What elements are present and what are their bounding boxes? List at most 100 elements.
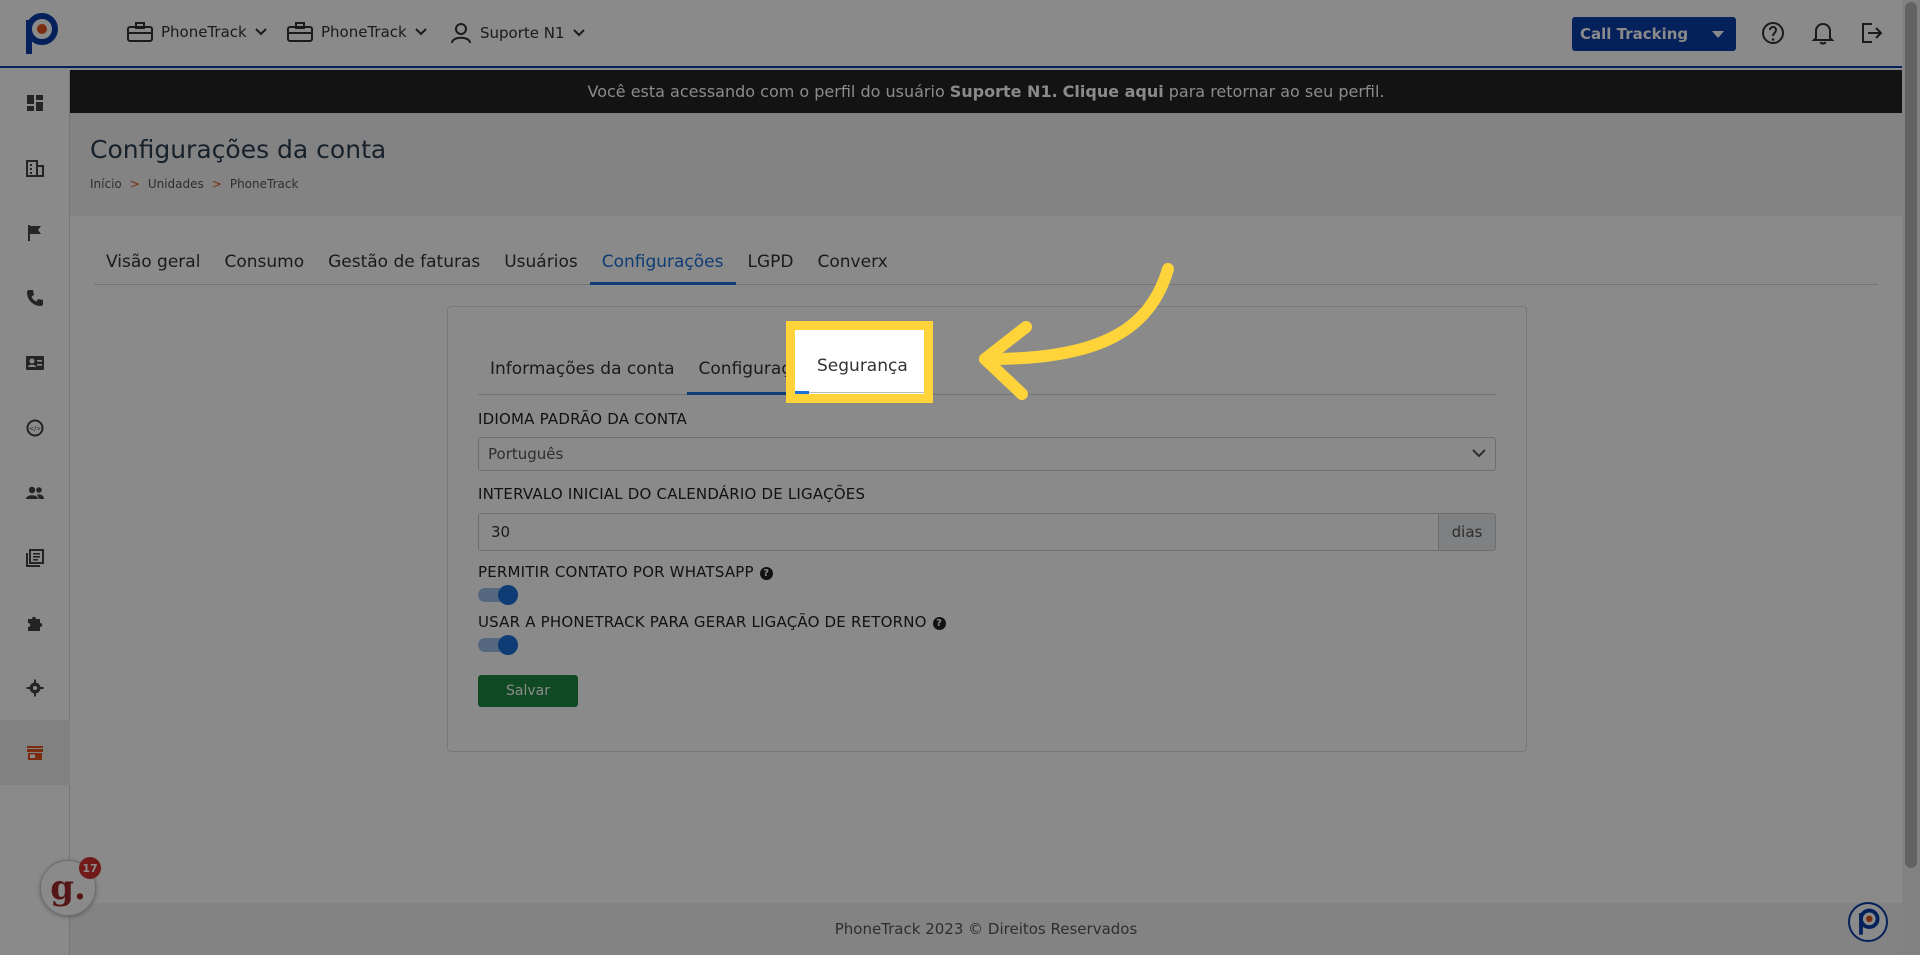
whatsapp-toggle[interactable] xyxy=(478,585,518,605)
toggle-knob xyxy=(498,585,518,605)
unit-menu-1[interactable]: PhoneTrack xyxy=(127,22,267,42)
whatsapp-label: PERMITIR CONTATO POR WHATSAPP? xyxy=(478,563,773,581)
chevron-down-icon xyxy=(572,29,585,37)
sidebar-item-contacts[interactable] xyxy=(0,330,70,395)
banner-user: Suporte N1. xyxy=(949,82,1058,101)
callback-label: USAR A PHONETRACK PARA GERAR LIGAÇÃO DE … xyxy=(478,613,946,631)
bell-icon[interactable] xyxy=(1810,20,1836,46)
sidebar-item-companies[interactable] xyxy=(0,135,70,200)
building-icon xyxy=(26,159,44,177)
sub-tabs: Informações da conta Configurações xyxy=(478,345,1496,395)
sidebar-item-dashboard[interactable] xyxy=(0,70,70,135)
main-tabs: Visão geral Consumo Gestão de faturas Us… xyxy=(94,242,1878,285)
interval-input-group: 30 dias xyxy=(478,513,1496,551)
subtab-security[interactable]: Segurança xyxy=(795,330,924,394)
gear-icon xyxy=(26,679,44,696)
flag-icon xyxy=(28,224,41,241)
scrollbar-thumb[interactable] xyxy=(1905,2,1917,868)
tab-lgpd[interactable]: LGPD xyxy=(736,242,806,285)
save-button[interactable]: Salvar xyxy=(478,675,578,707)
page-title: Configurações da conta xyxy=(90,135,387,164)
briefcase-icon xyxy=(127,22,153,42)
language-select-value: Português xyxy=(488,445,564,463)
interval-unit: dias xyxy=(1438,513,1496,551)
tab-overview[interactable]: Visão geral xyxy=(94,242,212,285)
puzzle-icon xyxy=(28,616,43,631)
phonetrack-logo[interactable] xyxy=(20,12,60,56)
chat-widget[interactable]: g. 17 xyxy=(40,857,101,916)
tab-users[interactable]: Usuários xyxy=(492,242,589,285)
chevron-down-icon xyxy=(1472,449,1486,458)
active-tab-underline xyxy=(795,391,809,394)
caret-down-icon xyxy=(1712,31,1724,38)
page-header: Configurações da conta Início > Unidades… xyxy=(70,113,1902,216)
user-menu[interactable]: Suporte N1 xyxy=(450,22,585,44)
breadcrumb: Início > Unidades > PhoneTrack xyxy=(90,177,298,191)
impersonation-banner: Você esta acessando com o perfil do usuá… xyxy=(70,70,1902,113)
chevron-down-icon xyxy=(255,28,267,36)
product-select[interactable]: Call Tracking xyxy=(1572,17,1736,51)
api-icon: </> xyxy=(26,419,44,436)
users-icon xyxy=(26,486,44,499)
scrollbar[interactable] xyxy=(1902,0,1920,955)
sidebar-item-integrations[interactable]: </> xyxy=(0,395,70,460)
sidebar-item-extensions[interactable] xyxy=(0,590,70,655)
sidebar-item-users[interactable] xyxy=(0,460,70,525)
dashboard-icon xyxy=(27,94,43,111)
support-widget[interactable] xyxy=(1848,902,1888,942)
help-icon[interactable] xyxy=(1760,20,1786,46)
store-icon xyxy=(27,745,43,760)
breadcrumb-home[interactable]: Início xyxy=(90,177,122,191)
toggle-knob xyxy=(498,635,518,655)
user-menu-label: Suporte N1 xyxy=(480,24,565,42)
language-select[interactable]: Português xyxy=(478,437,1496,471)
settings-card: Informações da conta Configurações IDIOM… xyxy=(447,306,1527,752)
tab-divider xyxy=(809,392,924,393)
unit-menu-1-label: PhoneTrack xyxy=(161,23,247,41)
breadcrumb-current: PhoneTrack xyxy=(229,177,299,191)
sidebar-item-calls[interactable] xyxy=(0,265,70,330)
callback-toggle[interactable] xyxy=(478,635,518,655)
sidebar-item-store[interactable] xyxy=(0,720,70,785)
language-label: IDIOMA PADRÃO DA CONTA xyxy=(478,410,687,428)
tab-invoices[interactable]: Gestão de faturas xyxy=(316,242,492,285)
tab-converx[interactable]: Converx xyxy=(806,242,900,285)
interval-input[interactable]: 30 xyxy=(478,513,1438,551)
breadcrumb-units[interactable]: Unidades xyxy=(148,177,204,191)
user-icon xyxy=(451,23,471,44)
question-circle-icon[interactable]: ? xyxy=(759,567,773,580)
top-bar: PhoneTrack PhoneTrack Suporte N1 Call Tr… xyxy=(0,0,1902,68)
contact-card-icon xyxy=(26,355,44,370)
chat-badge: 17 xyxy=(79,857,101,879)
banner-prefix: Você esta acessando com o perfil do usuá… xyxy=(587,82,945,101)
sidebar-item-reports[interactable] xyxy=(0,525,70,590)
unit-menu-2-label: PhoneTrack xyxy=(321,23,407,41)
svg-text:</>: </> xyxy=(29,425,41,432)
highlight-box: Segurança xyxy=(786,321,933,403)
banner-suffix: para retornar ao seu perfil. xyxy=(1168,82,1385,101)
interval-label: INTERVALO INICIAL DO CALENDÁRIO DE LIGAÇ… xyxy=(478,485,866,503)
library-icon xyxy=(26,548,44,567)
callback-label-text: USAR A PHONETRACK PARA GERAR LIGAÇÃO DE … xyxy=(478,613,927,631)
subtab-security-label: Segurança xyxy=(817,356,908,376)
footer: PhoneTrack 2023 © Direitos Reservados xyxy=(70,903,1902,955)
banner-return-link[interactable]: Clique aqui xyxy=(1063,82,1164,101)
sidebar: </> xyxy=(0,70,70,955)
logout-icon[interactable] xyxy=(1858,20,1884,46)
phone-icon xyxy=(27,289,43,306)
subtab-account-info[interactable]: Informações da conta xyxy=(478,345,687,395)
sidebar-item-campaigns[interactable] xyxy=(0,200,70,265)
tab-consumption[interactable]: Consumo xyxy=(212,242,316,285)
question-circle-icon[interactable]: ? xyxy=(932,617,946,630)
briefcase-icon xyxy=(287,22,313,42)
product-select-label: Call Tracking xyxy=(1580,25,1689,43)
footer-text: PhoneTrack 2023 © Direitos Reservados xyxy=(834,920,1138,938)
breadcrumb-separator: > xyxy=(211,177,222,191)
sidebar-item-settings[interactable] xyxy=(0,655,70,720)
whatsapp-label-text: PERMITIR CONTATO POR WHATSAPP xyxy=(478,563,754,581)
tab-settings[interactable]: Configurações xyxy=(589,242,736,285)
phonetrack-logo-icon xyxy=(1859,908,1880,935)
unit-menu-2[interactable]: PhoneTrack xyxy=(287,22,427,42)
chevron-down-icon xyxy=(415,28,427,36)
breadcrumb-separator: > xyxy=(129,177,140,191)
